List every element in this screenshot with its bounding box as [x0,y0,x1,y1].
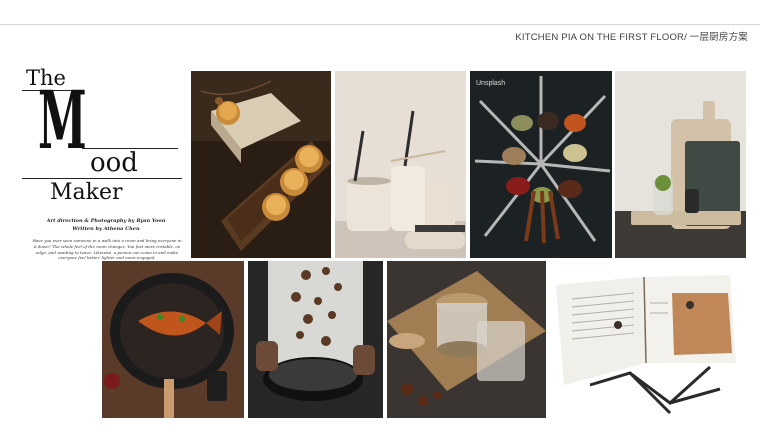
magazine-body-text: Have you ever seen someone in a walk int… [32,238,182,261]
magazine-word-maker: Maker [50,180,123,205]
spice-spoons-photo: Unsplash [470,71,612,258]
header-divider [0,24,760,25]
chef-wok-photo [248,261,383,418]
mooncakes-photo [191,71,331,258]
credit-writer: Written by Athena Chen [72,225,140,232]
fish-wok-photo [102,261,244,418]
magazine-word-ood: ood [90,148,138,178]
cutting-boards-photo [615,71,746,258]
cover-hairline [22,178,182,179]
cookbook-stand-photo [550,263,750,418]
page-title: KITCHEN PIA ON THE FIRST FLOOR/ 一层厨房方案 [515,32,748,43]
credit-photography: Art direction & Photography by Ryan Yoon [46,218,166,224]
photo-watermark: Unsplash [476,80,505,87]
magazine-letter-m: M [38,73,87,167]
magazine-cover-mood-maker: The M ood Maker Art direction & Photogra… [22,68,186,261]
cookware-set-photo [335,71,466,258]
magazine-credits: Art direction & Photography by Ryan Yoon… [36,218,176,233]
jars-tray-photo [387,261,546,418]
